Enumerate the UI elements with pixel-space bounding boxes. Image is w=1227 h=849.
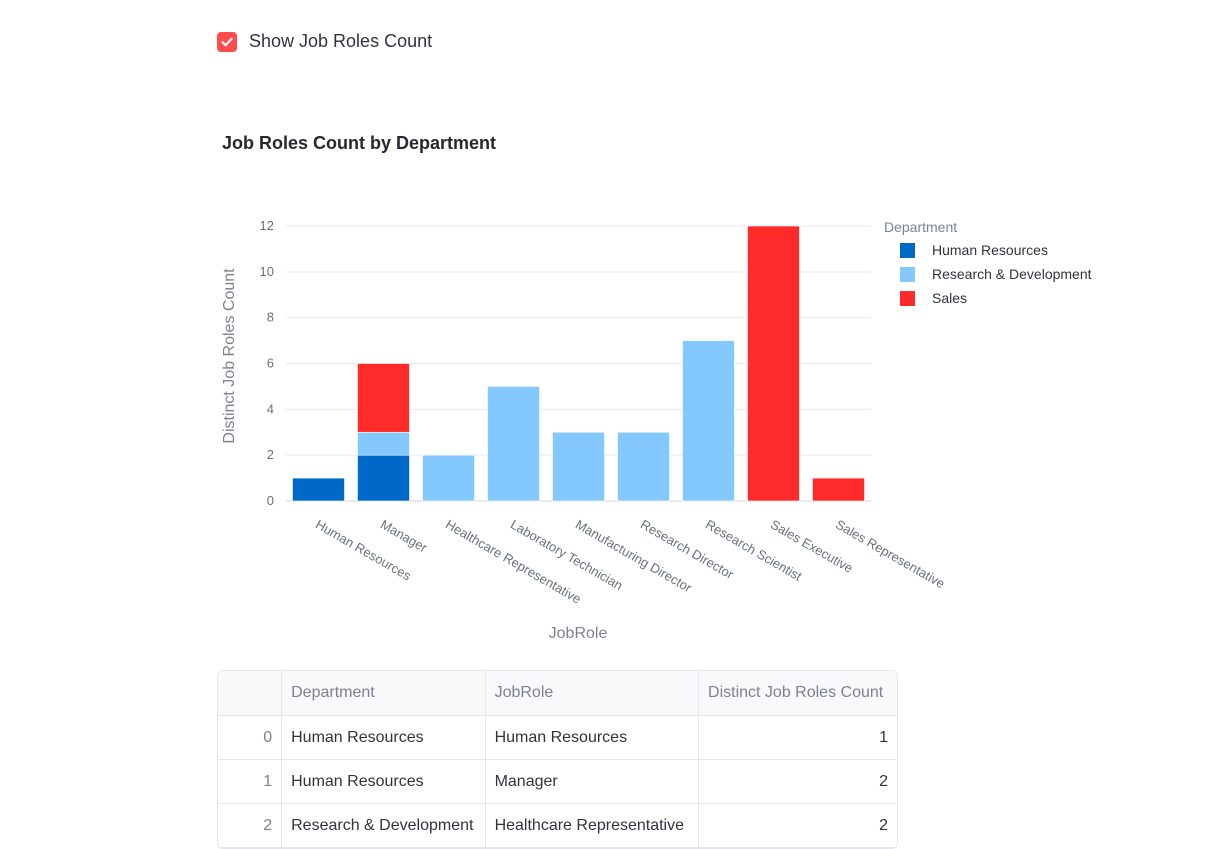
x-axis-title: JobRole xyxy=(549,625,608,642)
y-tick-label: 6 xyxy=(267,356,274,371)
legend-swatch[interactable] xyxy=(900,291,915,306)
legend-label[interactable]: Sales xyxy=(932,290,967,306)
bar-segment[interactable] xyxy=(422,454,475,502)
row-index: 1 xyxy=(218,759,283,804)
y-tick-label: 8 xyxy=(267,310,274,325)
bar-segment[interactable] xyxy=(357,363,410,433)
x-axis-ticks: Human ResourcesManager Healthcare Represe… xyxy=(313,517,948,607)
legend-label[interactable]: Research & Development xyxy=(932,266,1092,282)
chart-legend: Department Human Resources Research & Dev… xyxy=(884,219,1092,306)
table-header-row: Department JobRole Distinct Job Roles Co… xyxy=(218,671,897,716)
cell-count[interactable]: 1 xyxy=(698,715,897,760)
cell-count[interactable]: 2 xyxy=(698,803,897,848)
table-row: 1 Human Resources Manager 2 xyxy=(218,759,897,804)
bar-segment[interactable] xyxy=(682,340,735,502)
row-index: 0 xyxy=(218,715,283,760)
bar-segment[interactable] xyxy=(812,477,865,502)
y-axis-title: Distinct Job Roles Count xyxy=(221,268,238,444)
data-table-container[interactable]: Department JobRole Distinct Job Roles Co… xyxy=(217,670,898,849)
cell-jobrole[interactable]: Manager xyxy=(485,759,700,804)
column-header-count[interactable]: Distinct Job Roles Count xyxy=(698,671,897,716)
y-tick-label: 2 xyxy=(267,447,274,462)
row-index: 2 xyxy=(218,803,283,848)
legend-swatch[interactable] xyxy=(900,243,915,258)
y-tick-label: 10 xyxy=(260,264,274,279)
y-axis-ticks: 0 2 4 6 8 10 12 xyxy=(260,218,274,508)
x-tick-label: Manager xyxy=(378,517,431,556)
chart-title: Job Roles Count by Department xyxy=(222,133,496,153)
table-row: 2 Research & Development Healthcare Repr… xyxy=(218,803,897,848)
x-tick-label: Sales Representative xyxy=(833,517,948,592)
y-tick-label: 12 xyxy=(260,218,274,233)
legend-label[interactable]: Human Resources xyxy=(932,242,1048,258)
bar-segment[interactable] xyxy=(357,454,410,502)
legend-title: Department xyxy=(884,219,957,235)
cell-department[interactable]: Human Resources xyxy=(281,759,486,804)
bar-segment[interactable] xyxy=(292,477,345,502)
legend-swatch[interactable] xyxy=(900,267,915,282)
x-tick-label: Laboratory Technician xyxy=(508,517,625,593)
cell-department[interactable]: Human Resources xyxy=(281,715,486,760)
bar-segment[interactable] xyxy=(617,431,670,502)
x-tick-label: Manufacturing Director xyxy=(573,517,695,596)
column-header-index[interactable] xyxy=(218,671,283,716)
cell-jobrole[interactable]: Healthcare Representative xyxy=(485,803,700,848)
bar-segment[interactable] xyxy=(552,431,605,502)
cell-count[interactable]: 2 xyxy=(698,759,897,804)
data-table: Department JobRole Distinct Job Roles Co… xyxy=(218,671,897,848)
cell-jobrole[interactable]: Human Resources xyxy=(485,715,700,760)
cell-department[interactable]: Research & Development xyxy=(281,803,486,848)
bar-segment[interactable] xyxy=(747,225,800,502)
column-header-department[interactable]: Department xyxy=(281,671,486,716)
y-tick-label: 0 xyxy=(267,493,274,508)
column-header-jobrole[interactable]: JobRole xyxy=(485,671,700,716)
y-tick-label: 4 xyxy=(267,401,274,416)
bar-segment[interactable] xyxy=(357,431,410,456)
table-row: 0 Human Resources Human Resources 1 xyxy=(218,715,897,760)
bar-segment[interactable] xyxy=(487,386,540,502)
job-roles-chart: Job Roles Count by Department 024681012 … xyxy=(221,133,1092,642)
